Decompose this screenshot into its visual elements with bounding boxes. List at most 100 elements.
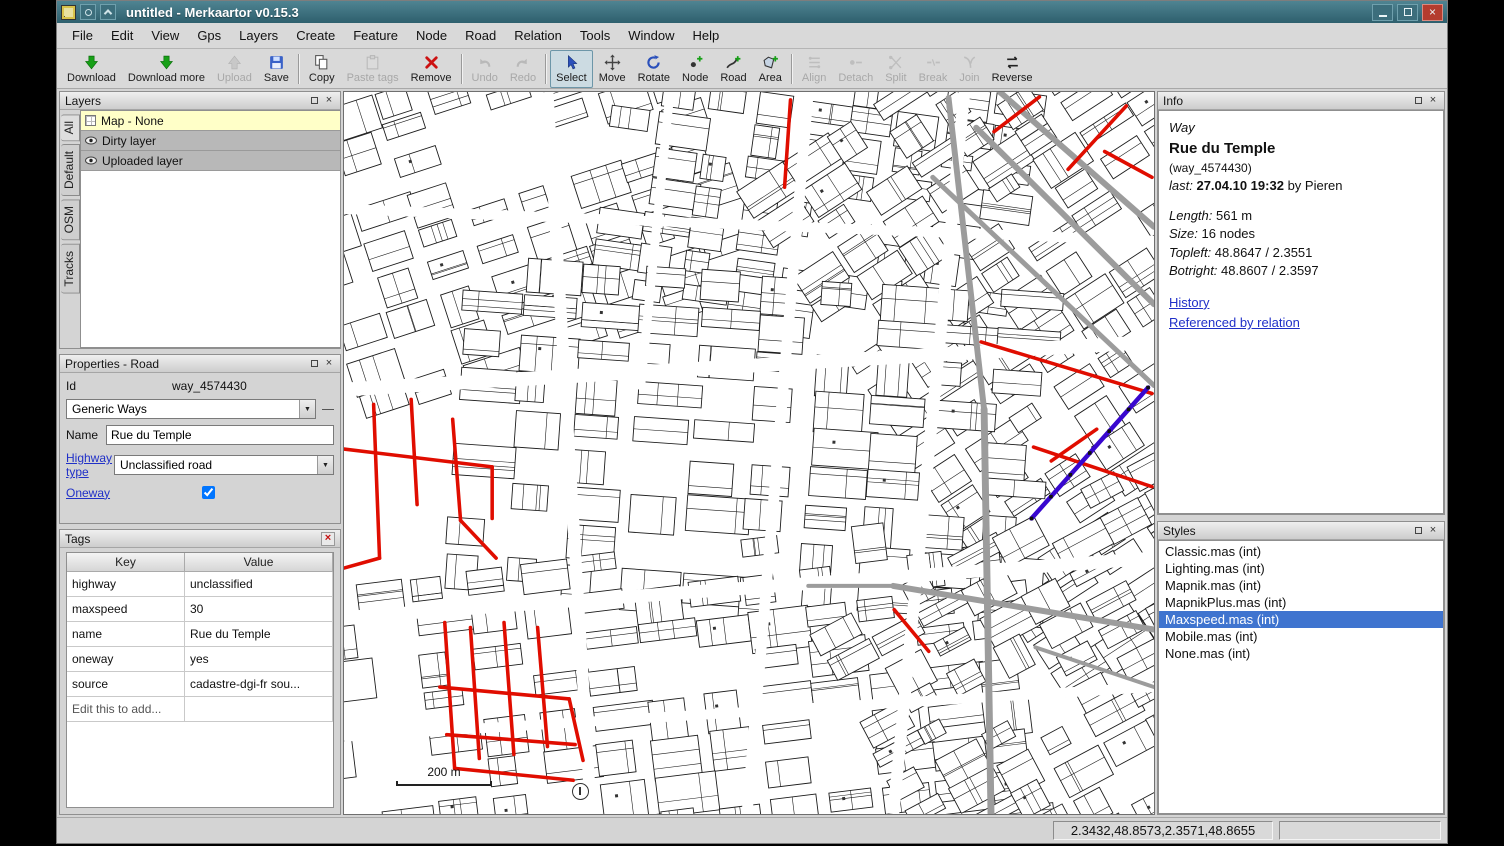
- table-row[interactable]: oneway yes: [67, 647, 333, 672]
- style-item-mapnik[interactable]: Mapnik.mas (int): [1159, 577, 1443, 594]
- menu-file[interactable]: File: [63, 25, 102, 46]
- style-item-maxspeed[interactable]: Maxspeed.mas (int): [1159, 611, 1443, 628]
- undo-button[interactable]: Undo: [466, 50, 504, 88]
- style-item-classic[interactable]: Classic.mas (int): [1159, 543, 1443, 560]
- style-item-none[interactable]: None.mas (int): [1159, 645, 1443, 662]
- remove-button[interactable]: Remove: [405, 50, 458, 88]
- detach-button[interactable]: Detach: [832, 50, 879, 88]
- break-button[interactable]: Break: [913, 50, 954, 88]
- tags-column-value[interactable]: Value: [185, 553, 333, 572]
- node-button[interactable]: Node: [676, 50, 714, 88]
- window-pin-button[interactable]: [100, 4, 116, 20]
- align-button[interactable]: Align: [796, 50, 832, 88]
- table-row[interactable]: Edit this to add...: [67, 697, 333, 722]
- map-canvas[interactable]: 200 m: [343, 91, 1155, 815]
- layer-item-map[interactable]: Map - None: [81, 111, 340, 131]
- tag-value[interactable]: 30: [185, 597, 333, 622]
- table-row[interactable]: highway unclassified: [67, 572, 333, 597]
- tag-key[interactable]: oneway: [67, 647, 185, 672]
- feature-type: Way: [1169, 119, 1433, 137]
- menu-road[interactable]: Road: [456, 25, 505, 46]
- join-button[interactable]: Join: [953, 50, 985, 88]
- menu-layers[interactable]: Layers: [230, 25, 287, 46]
- topleft-value: 48.8647 / 2.3551: [1215, 245, 1313, 260]
- info-close-button[interactable]: ×: [1427, 95, 1439, 107]
- highway-type-dropdown[interactable]: Unclassified road ▼: [114, 455, 334, 475]
- tags-close-button[interactable]: ×: [321, 532, 335, 546]
- tag-value[interactable]: yes: [185, 647, 333, 672]
- history-link[interactable]: History: [1169, 294, 1209, 312]
- save-button[interactable]: Save: [258, 50, 295, 88]
- tag-key[interactable]: source: [67, 672, 185, 697]
- layer-item-dirty[interactable]: Dirty layer: [81, 131, 340, 151]
- layers-tab-all[interactable]: All: [61, 114, 80, 141]
- download-more-button[interactable]: Download more: [122, 50, 211, 88]
- referenced-by-relation-link[interactable]: Referenced by relation: [1169, 314, 1300, 332]
- tag-value[interactable]: cadastre-dgi-fr sou...: [185, 672, 333, 697]
- reverse-button[interactable]: Reverse: [986, 50, 1039, 88]
- menu-view[interactable]: View: [142, 25, 188, 46]
- road-button[interactable]: Road: [714, 50, 752, 88]
- menu-node[interactable]: Node: [407, 25, 456, 46]
- maximize-button[interactable]: [1397, 4, 1418, 21]
- title-bar[interactable]: untitled - Merkaartor v0.15.3 ×: [57, 1, 1447, 23]
- styles-close-button[interactable]: ×: [1427, 525, 1439, 537]
- area-button[interactable]: Area: [753, 50, 788, 88]
- tag-value[interactable]: [185, 697, 333, 722]
- minimize-button[interactable]: [1372, 4, 1393, 21]
- split-button[interactable]: Split: [879, 50, 912, 88]
- oneway-checkbox[interactable]: [202, 486, 215, 499]
- menu-create[interactable]: Create: [287, 25, 344, 46]
- menu-feature[interactable]: Feature: [344, 25, 407, 46]
- download-button[interactable]: Download: [61, 50, 122, 88]
- style-item-mobile[interactable]: Mobile.mas (int): [1159, 628, 1443, 645]
- move-button[interactable]: Move: [593, 50, 632, 88]
- tag-key[interactable]: maxspeed: [67, 597, 185, 622]
- properties-close-button[interactable]: ×: [323, 358, 335, 370]
- menu-gps[interactable]: Gps: [188, 25, 230, 46]
- name-input[interactable]: [106, 425, 334, 445]
- layers-float-button[interactable]: [308, 95, 320, 107]
- tags-column-key[interactable]: Key: [67, 553, 185, 572]
- copy-button[interactable]: Copy: [303, 50, 341, 88]
- layers-close-button[interactable]: ×: [323, 95, 335, 107]
- menu-window[interactable]: Window: [619, 25, 683, 46]
- styles-float-button[interactable]: [1412, 525, 1424, 537]
- info-float-button[interactable]: [1412, 95, 1424, 107]
- menu-tools[interactable]: Tools: [571, 25, 619, 46]
- feature-type-dropdown[interactable]: Generic Ways ▼: [66, 399, 316, 419]
- table-row[interactable]: source cadastre-dgi-fr sou...: [67, 672, 333, 697]
- style-item-lighting[interactable]: Lighting.mas (int): [1159, 560, 1443, 577]
- tag-key[interactable]: highway: [67, 572, 185, 597]
- layers-tab-osm[interactable]: OSM: [61, 199, 80, 240]
- menu-relation[interactable]: Relation: [505, 25, 571, 46]
- properties-float-button[interactable]: [308, 358, 320, 370]
- menu-help[interactable]: Help: [684, 25, 729, 46]
- close-button[interactable]: ×: [1422, 4, 1443, 21]
- redo-button[interactable]: Redo: [504, 50, 542, 88]
- layers-tab-tracks[interactable]: Tracks: [61, 244, 80, 294]
- oneway-link[interactable]: Oneway: [66, 486, 110, 500]
- rotate-button[interactable]: Rotate: [632, 50, 676, 88]
- tag-key-add-hint[interactable]: Edit this to add...: [67, 697, 185, 722]
- move-icon: [604, 54, 621, 71]
- paste-tags-button[interactable]: Paste tags: [341, 50, 405, 88]
- tag-key[interactable]: name: [67, 622, 185, 647]
- table-row[interactable]: maxspeed 30: [67, 597, 333, 622]
- menu-edit[interactable]: Edit: [102, 25, 142, 46]
- upload-button[interactable]: Upload: [211, 50, 258, 88]
- layers-tab-default[interactable]: Default: [61, 144, 80, 196]
- tag-value[interactable]: Rue du Temple: [185, 622, 333, 647]
- highway-type-link[interactable]: Highway type: [66, 451, 114, 480]
- resize-handle[interactable]: [322, 409, 334, 410]
- layers-header: Layers ×: [60, 92, 340, 110]
- table-row[interactable]: name Rue du Temple: [67, 622, 333, 647]
- split-icon: [887, 54, 904, 71]
- tag-value[interactable]: unclassified: [185, 572, 333, 597]
- rotate-icon: [645, 54, 662, 71]
- layer-item-uploaded[interactable]: Uploaded layer: [81, 151, 340, 171]
- float-icon: [311, 360, 318, 367]
- window-menu-button[interactable]: [80, 4, 96, 20]
- select-button[interactable]: Select: [550, 50, 593, 88]
- style-item-mapnikplus[interactable]: MapnikPlus.mas (int): [1159, 594, 1443, 611]
